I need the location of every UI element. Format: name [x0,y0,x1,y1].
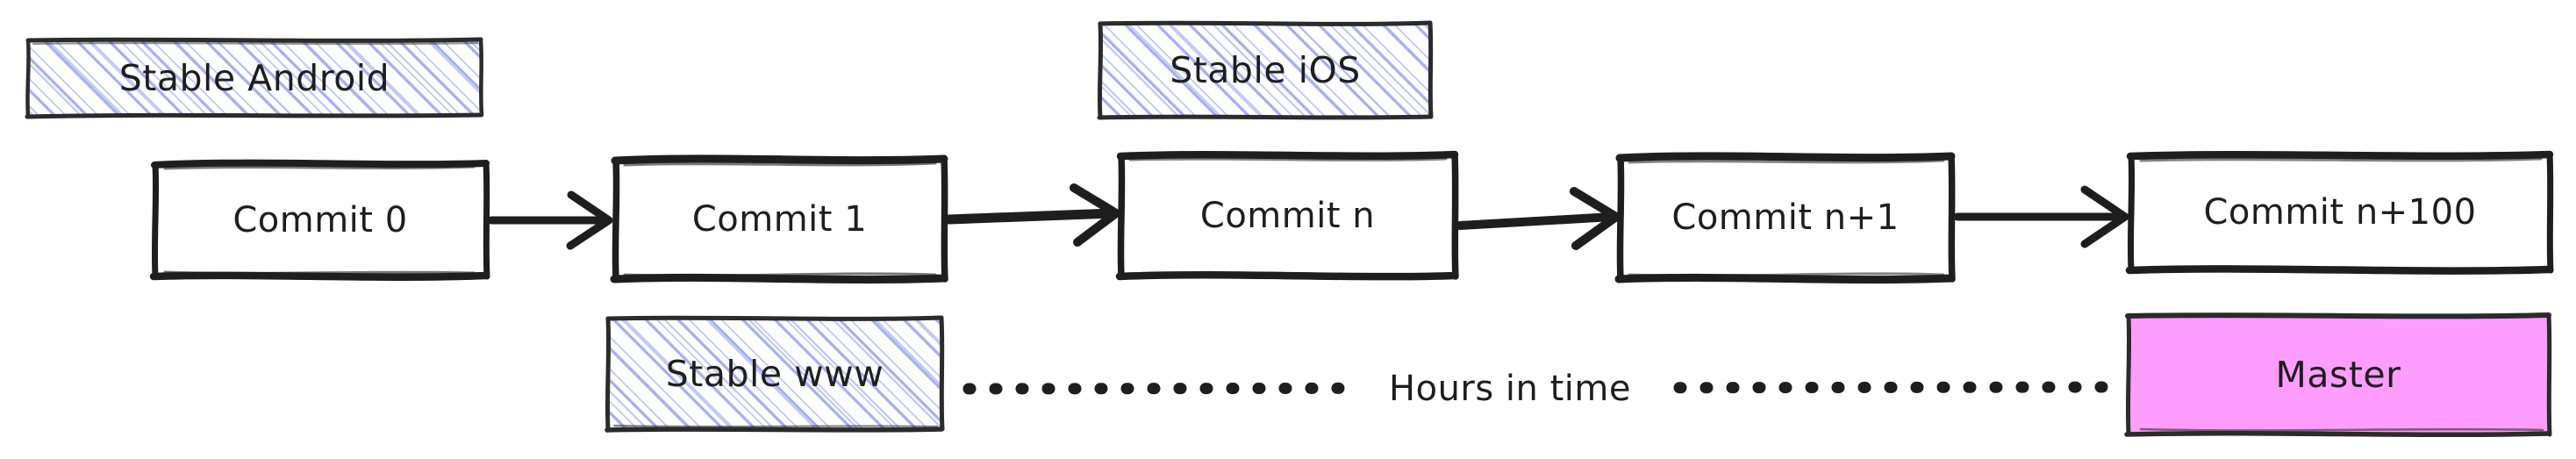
branch-tag-master[interactable] [2124,312,2552,438]
diagram-canvas: Stable Android Stable iOS Stable www Mas… [0,0,2576,459]
branch-tag-stable-www[interactable] [605,315,945,433]
commit-node-commit-1[interactable] [610,154,948,284]
commit-node-commit-n-100[interactable] [2125,150,2554,275]
arrow-commitn-commitn1 [1456,187,1621,250]
arrow-commitn1-commitn100 [1953,185,2129,248]
branch-tag-stable-ios[interactable] [1097,20,1434,120]
branch-tag-stable-android[interactable] [25,37,484,119]
arrow-commit1-commitn [944,183,1120,247]
commit-node-commit-n[interactable] [1115,150,1459,281]
diagram-svg [25,20,2554,438]
commit-node-commit-0[interactable] [149,159,490,281]
arrow-commit0-commit1 [487,190,613,250]
commit-node-commit-n-1[interactable] [1614,152,1956,284]
edge-label-hours-in-time: Hours in time [1351,365,1669,412]
